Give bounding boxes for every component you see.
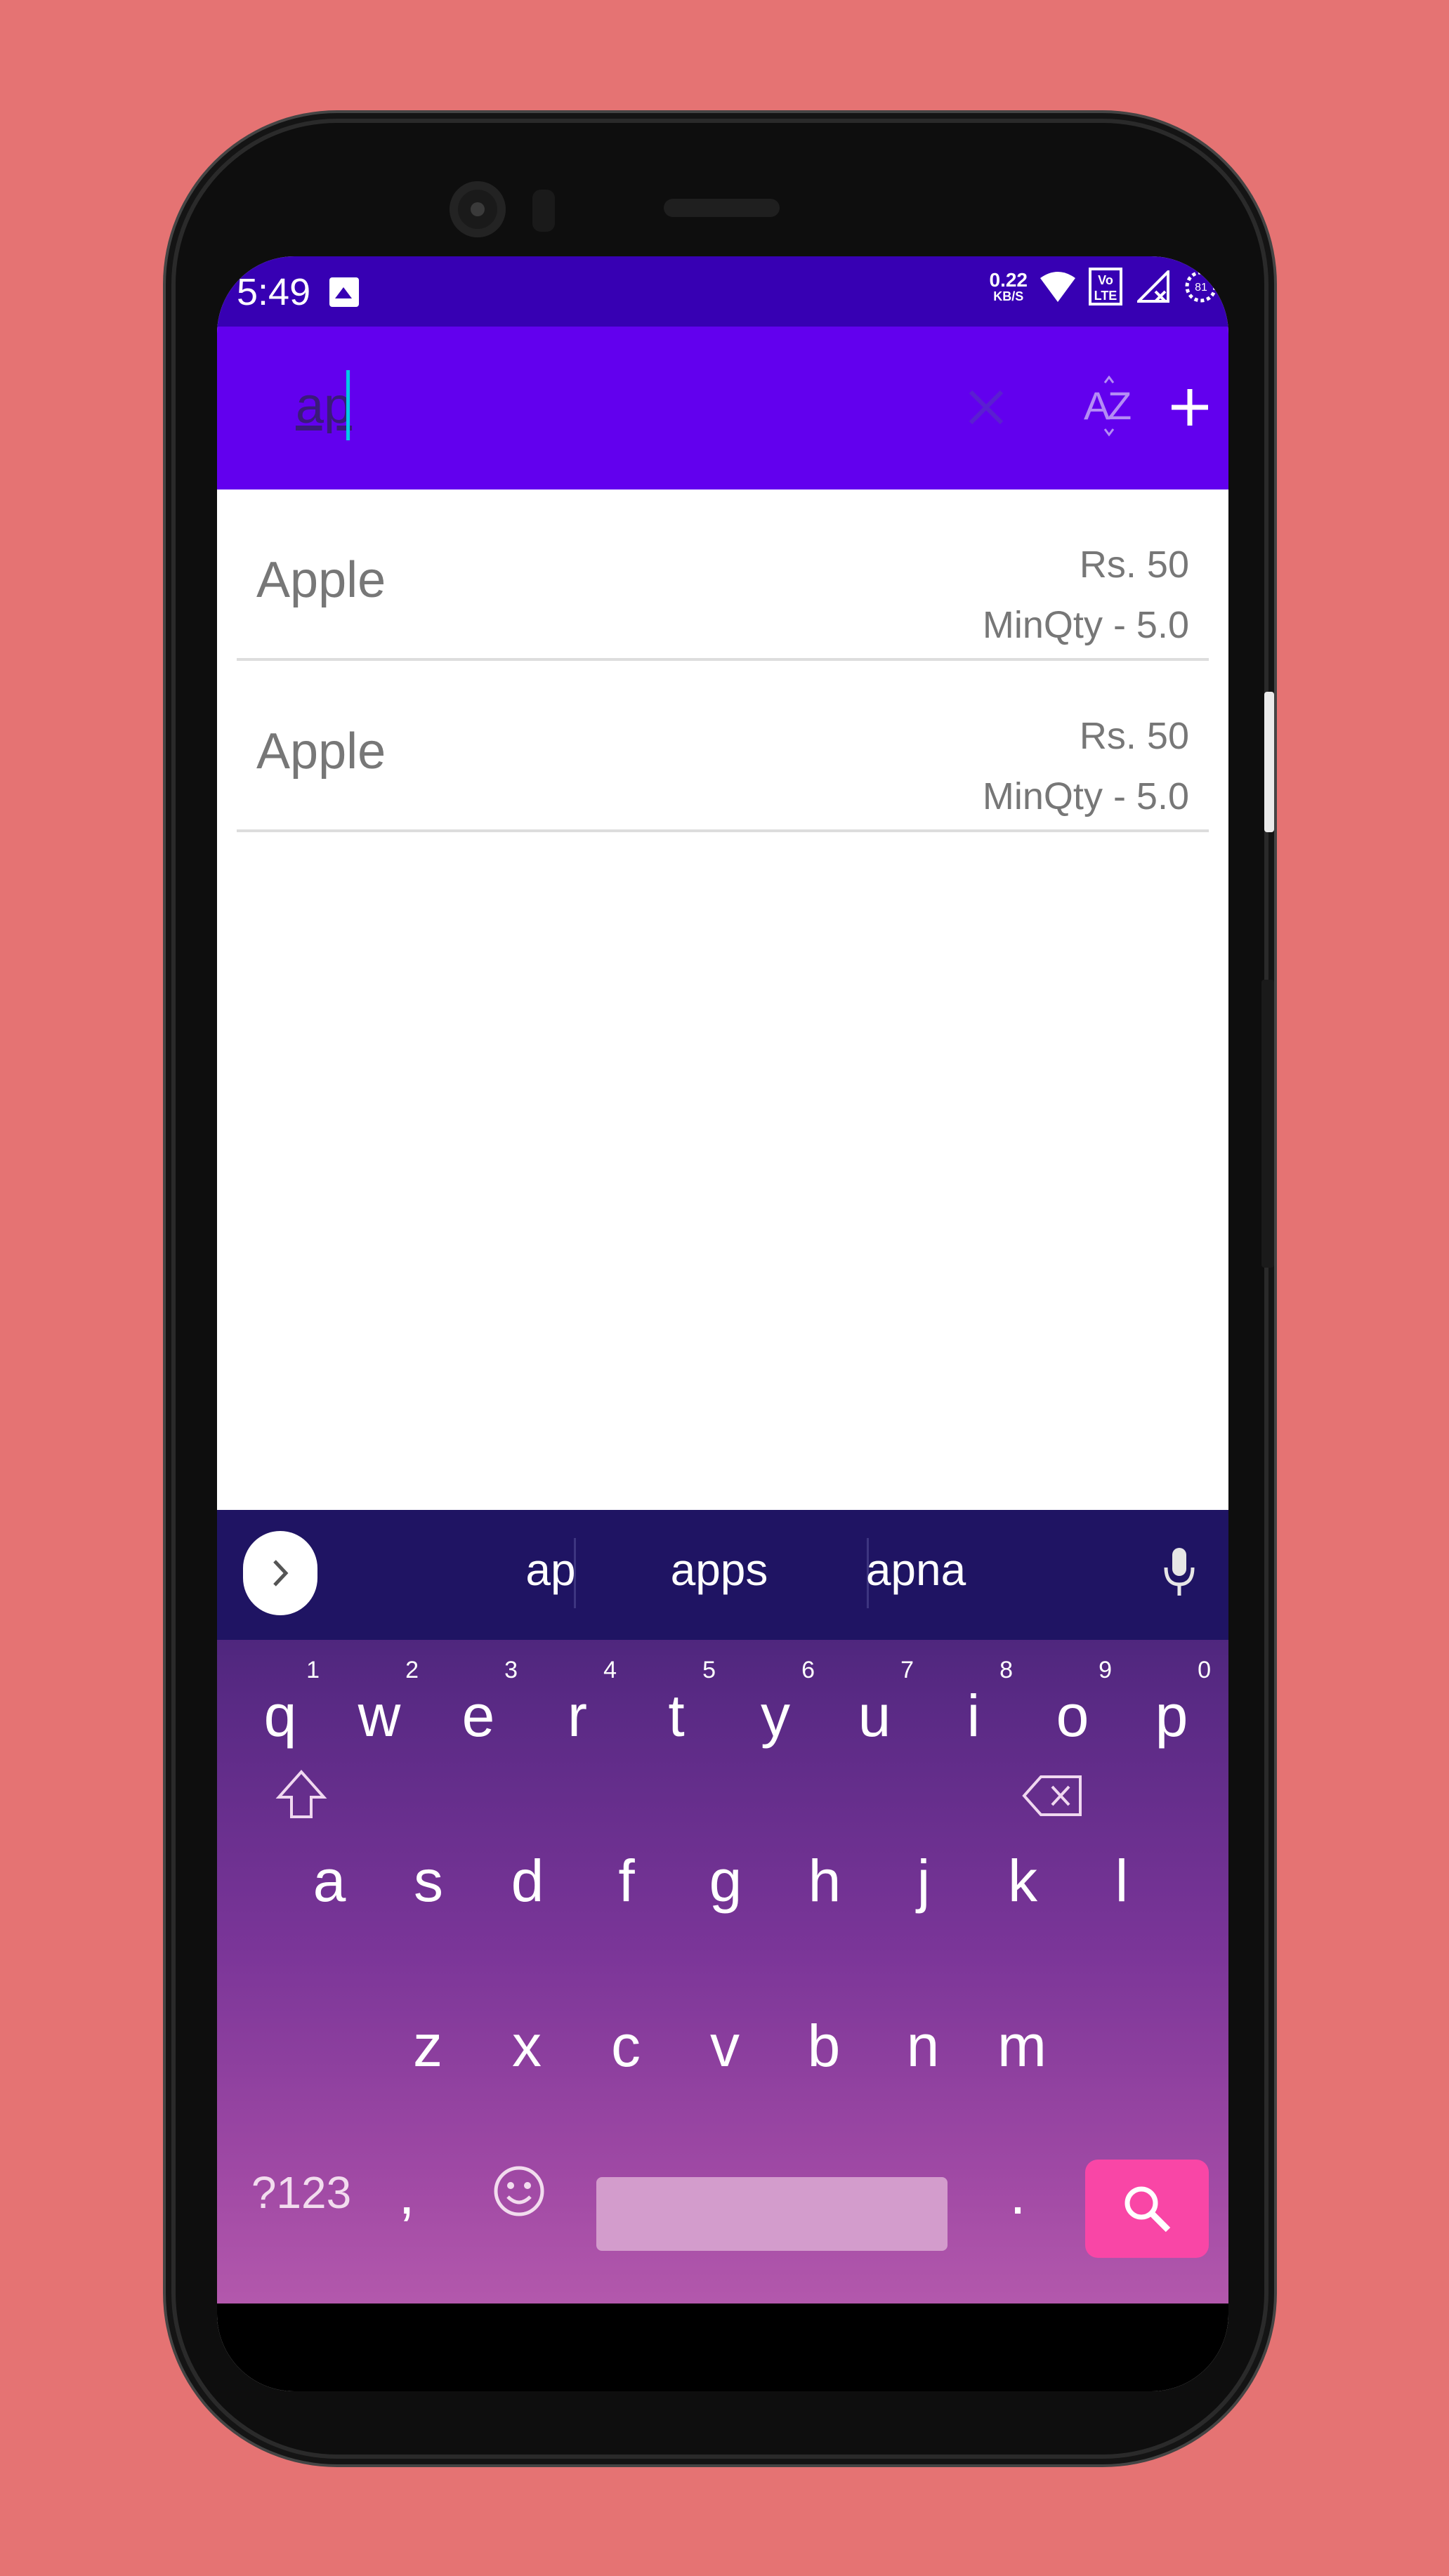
svg-text:LTE: LTE [1094,289,1117,303]
item-name: Apple [256,723,386,780]
key-d[interactable]: d [485,1847,570,1915]
sort-az-icon[interactable]: AZ [1067,369,1151,446]
network-speed: 0.22 KB/S [989,269,1028,303]
key-c[interactable]: c [584,2012,668,2080]
key-k[interactable]: k [981,1847,1065,1915]
key-s[interactable]: s [386,1847,471,1915]
item-min-qty: MinQty - 5.0 [982,604,1189,646]
key-hint-number: 8 [999,1657,1013,1683]
wifi-icon [1040,269,1075,304]
key-i[interactable]: i8 [931,1657,1016,1750]
key-b[interactable]: b [782,2012,866,2080]
key-q[interactable]: q1 [238,1657,322,1750]
signal-icon [1136,269,1171,304]
navigation-bar [217,2304,1228,2391]
side-button [1264,692,1274,832]
svg-text:Z: Z [1108,383,1132,428]
item-name: Apple [256,552,386,608]
key-l[interactable]: l [1080,1847,1164,1915]
list-item[interactable]: Apple Rs. 50 MinQty - 5.0 [237,661,1209,832]
key-n[interactable]: n [881,2012,965,2080]
volte-icon: Vo LTE [1088,268,1123,305]
comma-key[interactable]: , [379,2160,435,2228]
image-notification-icon [329,277,359,307]
earpiece-speaker [664,199,780,217]
key-hint-number: 2 [405,1657,419,1683]
key-hint-number: 7 [900,1657,914,1683]
svg-text:81: 81 [1195,282,1207,294]
key-g[interactable]: g [683,1847,768,1915]
key-j[interactable]: j [881,1847,966,1915]
key-hint-number: 3 [504,1657,518,1683]
suggestion-bar: ap apps apna [217,1510,1228,1640]
key-e[interactable]: e3 [436,1657,520,1750]
chevron-right-icon[interactable] [243,1531,317,1615]
key-m[interactable]: m [980,2012,1064,2080]
key-f[interactable]: f [584,1847,669,1915]
key-z[interactable]: z [386,2012,470,2080]
item-list: Apple Rs. 50 MinQty - 5.0 Apple Rs. 50 M… [217,489,1228,832]
suggestion-2[interactable]: apps [614,1544,825,1596]
search-icon[interactable] [1085,2160,1209,2258]
key-h[interactable]: h [782,1847,867,1915]
key-hint-number: 9 [1099,1657,1112,1683]
key-hint-number: 6 [801,1657,815,1683]
app-bar: ap AZ [217,327,1228,489]
front-camera [450,181,506,237]
key-v[interactable]: v [683,2012,767,2080]
power-button [1261,980,1274,1268]
suggestion-3[interactable]: apna [811,1544,1021,1596]
item-price: Rs. 50 [1079,715,1189,757]
key-hint-number: 1 [306,1657,320,1683]
status-time: 5:49 [237,271,311,313]
key-y[interactable]: y6 [733,1657,818,1750]
key-w[interactable]: w2 [337,1657,421,1750]
item-min-qty: MinQty - 5.0 [982,775,1189,817]
space-key[interactable] [596,2177,948,2251]
key-t[interactable]: t5 [634,1657,719,1750]
period-key[interactable]: . [990,2160,1046,2228]
emoji-icon[interactable] [484,2163,554,2233]
key-o[interactable]: o9 [1030,1657,1115,1750]
key-a[interactable]: a [287,1847,372,1915]
key-hint-number: 4 [603,1657,617,1683]
battery-icon: 81 [1184,269,1219,304]
key-x[interactable]: x [485,2012,569,2080]
key-hint-number: 5 [702,1657,716,1683]
symbols-key[interactable]: ?123 [245,2167,358,2219]
search-input[interactable]: ap [296,377,352,435]
svg-text:A: A [1084,383,1110,428]
shift-key[interactable] [259,1766,343,1836]
key-hint-number: 0 [1198,1657,1211,1683]
plus-icon[interactable] [1155,369,1225,446]
item-price: Rs. 50 [1079,544,1189,586]
list-item[interactable]: Apple Rs. 50 MinQty - 5.0 [237,489,1209,661]
proximity-sensor [532,190,555,232]
key-p[interactable]: p0 [1129,1657,1214,1750]
close-icon[interactable] [948,369,1025,446]
key-r[interactable]: r4 [535,1657,619,1750]
soft-keyboard: ap apps apna q1w2e3r4t5y6u7i8o9p0 asdfgh… [217,1510,1228,2304]
status-bar: 5:49 0.22 KB/S Vo LTE 81 [217,256,1228,327]
suggestion-divider [574,1538,576,1608]
screen: 5:49 0.22 KB/S Vo LTE 81 ap A Z Apple Rs… [217,256,1228,2391]
text-cursor [346,370,350,440]
backspace-key[interactable] [1011,1766,1095,1834]
svg-text:Vo: Vo [1098,273,1113,287]
microphone-icon[interactable] [1151,1538,1207,1608]
key-u[interactable]: u7 [832,1657,917,1750]
